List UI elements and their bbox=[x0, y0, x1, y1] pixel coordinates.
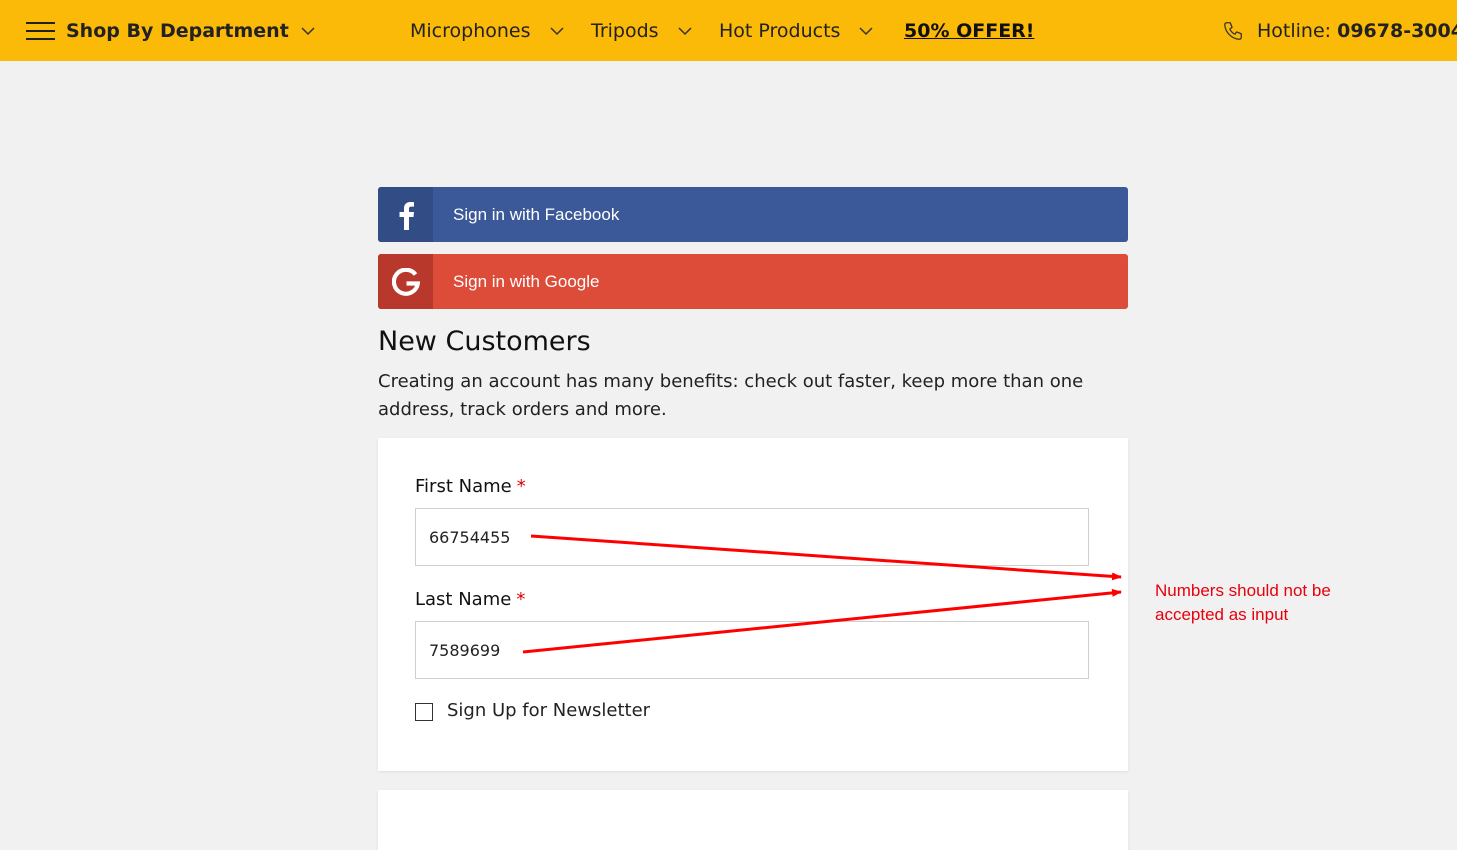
first-name-label: First Name * bbox=[415, 476, 526, 497]
nav-item-label: Hot Products bbox=[719, 20, 841, 42]
first-name-input[interactable] bbox=[415, 508, 1089, 566]
last-name-input[interactable] bbox=[415, 621, 1089, 679]
offer-link[interactable]: 50% OFFER! bbox=[904, 18, 1034, 44]
section-description: Creating an account has many benefits: c… bbox=[378, 371, 1084, 420]
google-signin-label: Sign in with Google bbox=[453, 272, 600, 291]
phone-icon bbox=[1224, 22, 1242, 40]
hotline-label: Hotline: bbox=[1257, 20, 1338, 42]
google-icon bbox=[378, 254, 433, 309]
chevron-down-icon bbox=[301, 27, 315, 36]
last-name-label-text: Last Name bbox=[415, 589, 512, 610]
shop-by-department-menu[interactable]: Shop By Department bbox=[66, 18, 315, 44]
chevron-down-icon bbox=[549, 27, 564, 36]
registration-form-card: First Name* Last Name* Sign Up for Newsl… bbox=[378, 438, 1128, 771]
facebook-signin-label: Sign in with Facebook bbox=[453, 205, 620, 224]
hotline-number[interactable]: 09678-3004 bbox=[1337, 20, 1457, 42]
nav-item-label: Microphones bbox=[410, 20, 531, 42]
top-nav-bar: Shop By Department Microphones Tripods H… bbox=[0, 0, 1457, 61]
nav-item-microphones[interactable]: Microphones bbox=[410, 18, 564, 44]
last-name-label: Last Name * bbox=[415, 589, 525, 610]
facebook-signin-button[interactable]: Sign in with Facebook bbox=[378, 187, 1128, 242]
facebook-icon bbox=[378, 187, 433, 242]
hotline: Hotline: 09678-3004 bbox=[1257, 18, 1457, 44]
nav-item-tripods[interactable]: Tripods bbox=[591, 18, 692, 44]
first-name-label-text: First Name bbox=[415, 476, 512, 497]
nav-item-label: Tripods bbox=[591, 20, 659, 42]
shop-by-department-label: Shop By Department bbox=[66, 20, 289, 42]
nav-item-hot-products[interactable]: Hot Products bbox=[719, 18, 873, 44]
required-marker: * bbox=[516, 476, 526, 497]
google-signin-button[interactable]: Sign in with Google bbox=[378, 254, 1128, 309]
chevron-down-icon bbox=[678, 27, 692, 36]
menu-icon[interactable] bbox=[26, 19, 56, 43]
required-marker: * bbox=[516, 589, 526, 610]
newsletter-label[interactable]: Sign Up for Newsletter bbox=[447, 700, 650, 721]
chevron-down-icon bbox=[859, 27, 873, 36]
annotation-note: Numbers should not be accepted as input bbox=[1155, 581, 1331, 624]
newsletter-checkbox[interactable] bbox=[415, 703, 433, 721]
next-form-card bbox=[378, 790, 1128, 850]
section-title: New Customers bbox=[378, 326, 591, 357]
